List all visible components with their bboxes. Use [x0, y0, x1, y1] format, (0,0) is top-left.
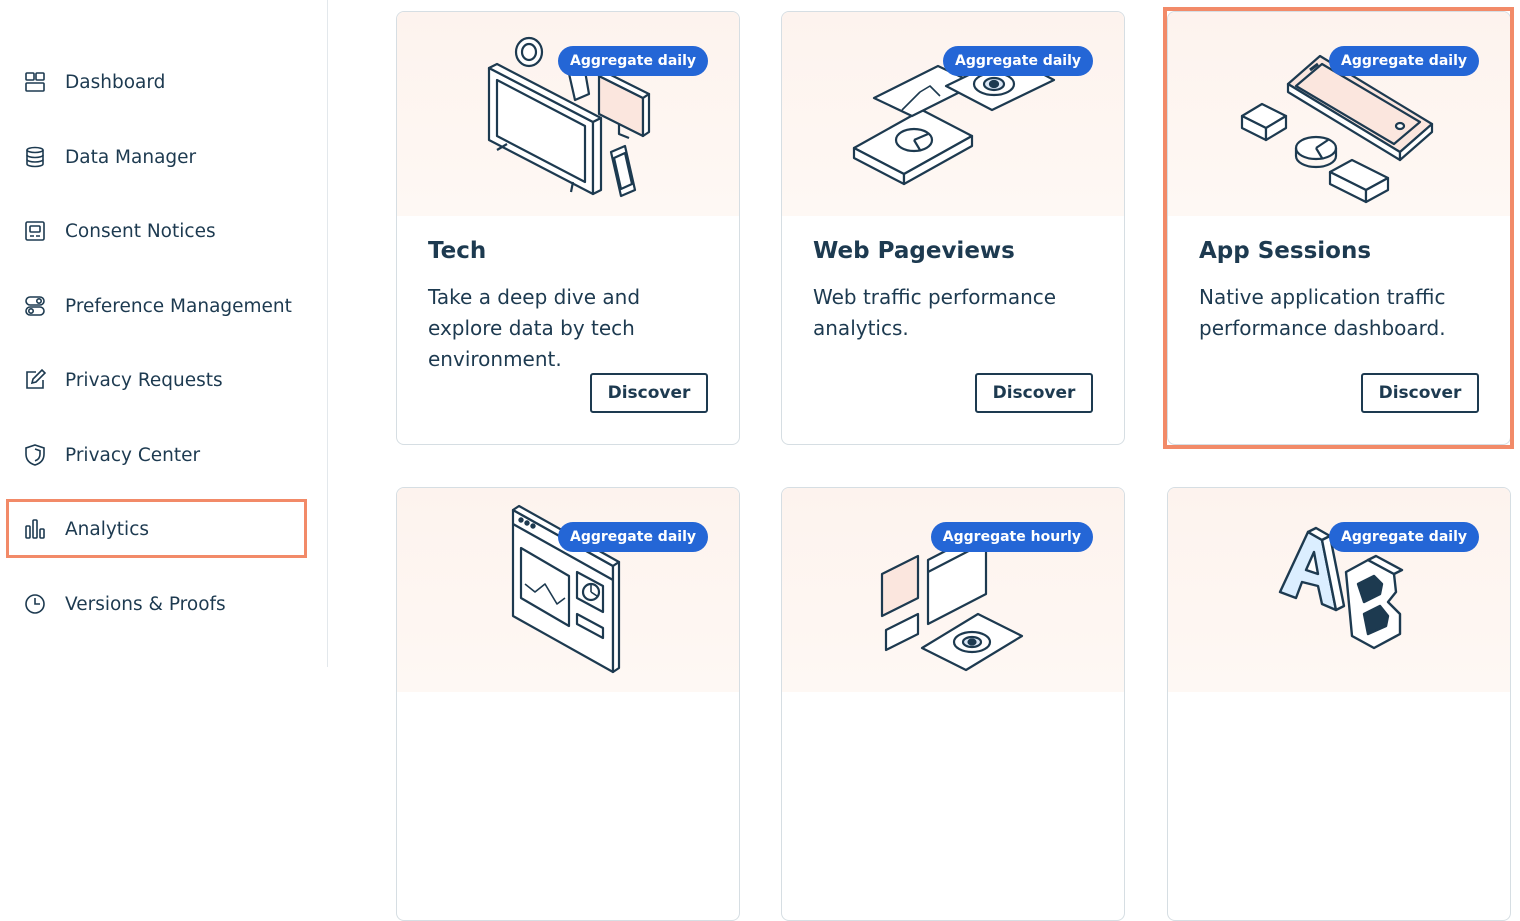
sidebar-item-label: Data Manager — [65, 146, 197, 168]
sidebar-item-versions-proofs[interactable]: Versions & Proofs — [22, 584, 312, 624]
aggregation-badge: Aggregate daily — [558, 522, 708, 552]
phone-illustration — [1168, 12, 1510, 216]
card-title: Web Pageviews — [813, 238, 1015, 264]
discover-button[interactable]: Discover — [590, 373, 708, 413]
sidebar-item-label: Preference Management — [65, 295, 292, 317]
card-ab-testing: Aggregate daily — [1167, 487, 1511, 921]
card-web-pageviews: Aggregate daily Web Pageviews Web traffi… — [781, 11, 1125, 445]
web-pages-illustration — [782, 12, 1124, 216]
dashboard-icon — [22, 69, 48, 95]
windows-eye-illustration — [782, 488, 1124, 692]
sidebar-item-privacy-requests[interactable]: Privacy Requests — [22, 360, 312, 400]
sidebar-item-preference-management[interactable]: Preference Management — [22, 286, 312, 326]
devices-illustration — [397, 12, 739, 216]
card-description: Native application traffic performance d… — [1199, 285, 1446, 340]
aggregation-badge: Aggregate hourly — [930, 522, 1093, 552]
sidebar-item-label: Privacy Center — [65, 444, 201, 466]
consent-notice-icon — [22, 218, 48, 244]
card-description: Web traffic performance analytics. — [813, 285, 1057, 340]
browser-charts-illustration — [397, 488, 739, 692]
aggregation-badge: Aggregate daily — [558, 46, 708, 76]
clock-icon — [22, 591, 48, 617]
card-title: Tech — [428, 238, 487, 264]
sidebar-item-consent-notices[interactable]: Consent Notices — [22, 211, 312, 251]
shield-icon — [22, 442, 48, 468]
sidebar: Dashboard Data Manager Consent Notices P… — [0, 0, 328, 667]
aggregation-badge: Aggregate daily — [1329, 46, 1479, 76]
sidebar-item-label: Consent Notices — [65, 220, 216, 242]
card-browser-dashboard: Aggregate daily — [396, 487, 740, 921]
sidebar-item-label: Privacy Requests — [65, 369, 223, 391]
discover-button[interactable]: Discover — [975, 373, 1093, 413]
sidebar-item-label: Dashboard — [65, 71, 166, 93]
card-windows-insights: Aggregate hourly — [781, 487, 1125, 921]
discover-button[interactable]: Discover — [1361, 373, 1479, 413]
sidebar-item-privacy-center[interactable]: Privacy Center — [22, 435, 312, 475]
database-icon — [22, 144, 48, 170]
bar-chart-icon — [22, 516, 48, 542]
sidebar-item-analytics[interactable]: Analytics — [22, 509, 312, 549]
edit-request-icon — [22, 367, 48, 393]
sidebar-item-data-manager[interactable]: Data Manager — [22, 137, 312, 177]
aggregation-badge: Aggregate daily — [943, 46, 1093, 76]
sidebar-item-label: Versions & Proofs — [65, 593, 226, 615]
ab-test-illustration — [1168, 488, 1510, 692]
card-tech: Aggregate daily Tech Take a deep dive an… — [396, 11, 740, 445]
card-app-sessions: Aggregate daily App Sessions Native appl… — [1167, 11, 1511, 445]
toggle-icon — [22, 293, 48, 319]
aggregation-badge: Aggregate daily — [1329, 522, 1479, 552]
sidebar-item-dashboard[interactable]: Dashboard — [22, 62, 312, 102]
card-description: Take a deep dive and explore data by tec… — [428, 285, 641, 371]
sidebar-item-label: Analytics — [65, 518, 150, 540]
card-title: App Sessions — [1199, 238, 1372, 264]
